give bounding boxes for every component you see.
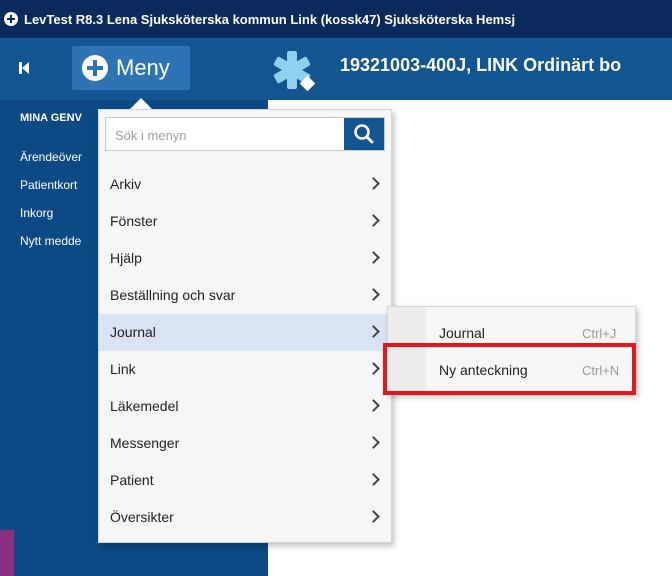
menu-item-label: Arkiv (110, 176, 142, 192)
menu-button-label: Meny (116, 55, 170, 80)
star-of-life-icon (273, 51, 316, 92)
menu-search-input[interactable] (106, 118, 353, 152)
menu-item-journal[interactable]: Journal (99, 314, 391, 351)
chevron-right-icon (367, 214, 380, 227)
collapse-sidebar-icon[interactable] (14, 58, 34, 78)
menu-item-oversikter[interactable]: Översikter (99, 499, 391, 536)
menu-item-messenger[interactable]: Messenger (99, 425, 391, 462)
highlight-box (383, 343, 636, 395)
menu-item-fonster[interactable]: Fönster (99, 203, 391, 240)
toolbar: Meny 19321003-400J, LINK Ordinärt bo (0, 38, 672, 100)
search-button[interactable] (344, 118, 384, 150)
patient-header[interactable]: 19321003-400J, LINK Ordinärt bo (340, 55, 621, 76)
menu-item-lakemedel[interactable]: Läkemedel (99, 388, 391, 425)
submenu-item-shortcut: Ctrl+J (582, 326, 617, 341)
chevron-right-icon (367, 177, 380, 190)
title-bar: LevTest R8.3 Lena Sjuksköterska kommun L… (0, 0, 672, 38)
menu-item-patient[interactable]: Patient (99, 462, 391, 499)
sidebar-heading: MINA GENV (20, 112, 82, 124)
menu-item-label: Fönster (110, 213, 158, 229)
menu-item-label: Journal (110, 324, 156, 340)
menu-item-label: Beställning och svar (110, 287, 236, 303)
chevron-right-icon (367, 399, 380, 412)
submenu-item-label: Journal (439, 325, 485, 341)
sidebar-item-inkorg[interactable]: Inkorg (20, 206, 53, 220)
menu-item-bestallning-och-svar[interactable]: Beställning och svar (99, 277, 391, 314)
chevron-right-icon (367, 510, 380, 523)
chevron-right-icon (367, 325, 380, 338)
app-plus-icon (4, 12, 18, 26)
menu-search (105, 117, 385, 152)
menu-pointer (130, 98, 152, 109)
chevron-right-icon (367, 288, 380, 301)
menu-item-label: Hjälp (110, 250, 142, 266)
menu-item-label: Läkemedel (110, 398, 179, 414)
sidebar-item-patientkort[interactable]: Patientkort (20, 178, 77, 192)
chevron-right-icon (367, 251, 380, 264)
chevron-right-icon (367, 362, 380, 375)
menu-item-link[interactable]: Link (99, 351, 391, 388)
menu-item-label: Översikter (110, 509, 174, 525)
accent-block (0, 530, 14, 576)
menu-plus-icon (82, 55, 108, 81)
search-icon (354, 124, 374, 144)
menu-item-hjalp[interactable]: Hjälp (99, 240, 391, 277)
menu-item-label: Messenger (110, 435, 180, 451)
window-title: LevTest R8.3 Lena Sjuksköterska kommun L… (24, 11, 516, 27)
menu-button[interactable]: Meny (72, 46, 190, 90)
chevron-right-icon (367, 436, 380, 449)
chevron-right-icon (367, 473, 380, 486)
sidebar-item-arendeoversikt[interactable]: Ärendeöver (20, 150, 82, 164)
main-menu: Arkiv Fönster Hjälp Beställning och svar… (98, 109, 392, 543)
menu-item-arkiv[interactable]: Arkiv (99, 166, 391, 203)
sidebar-item-nytt-meddelande[interactable]: Nytt medde (20, 234, 81, 248)
menu-item-label: Patient (110, 472, 154, 488)
menu-item-label: Link (110, 361, 136, 377)
